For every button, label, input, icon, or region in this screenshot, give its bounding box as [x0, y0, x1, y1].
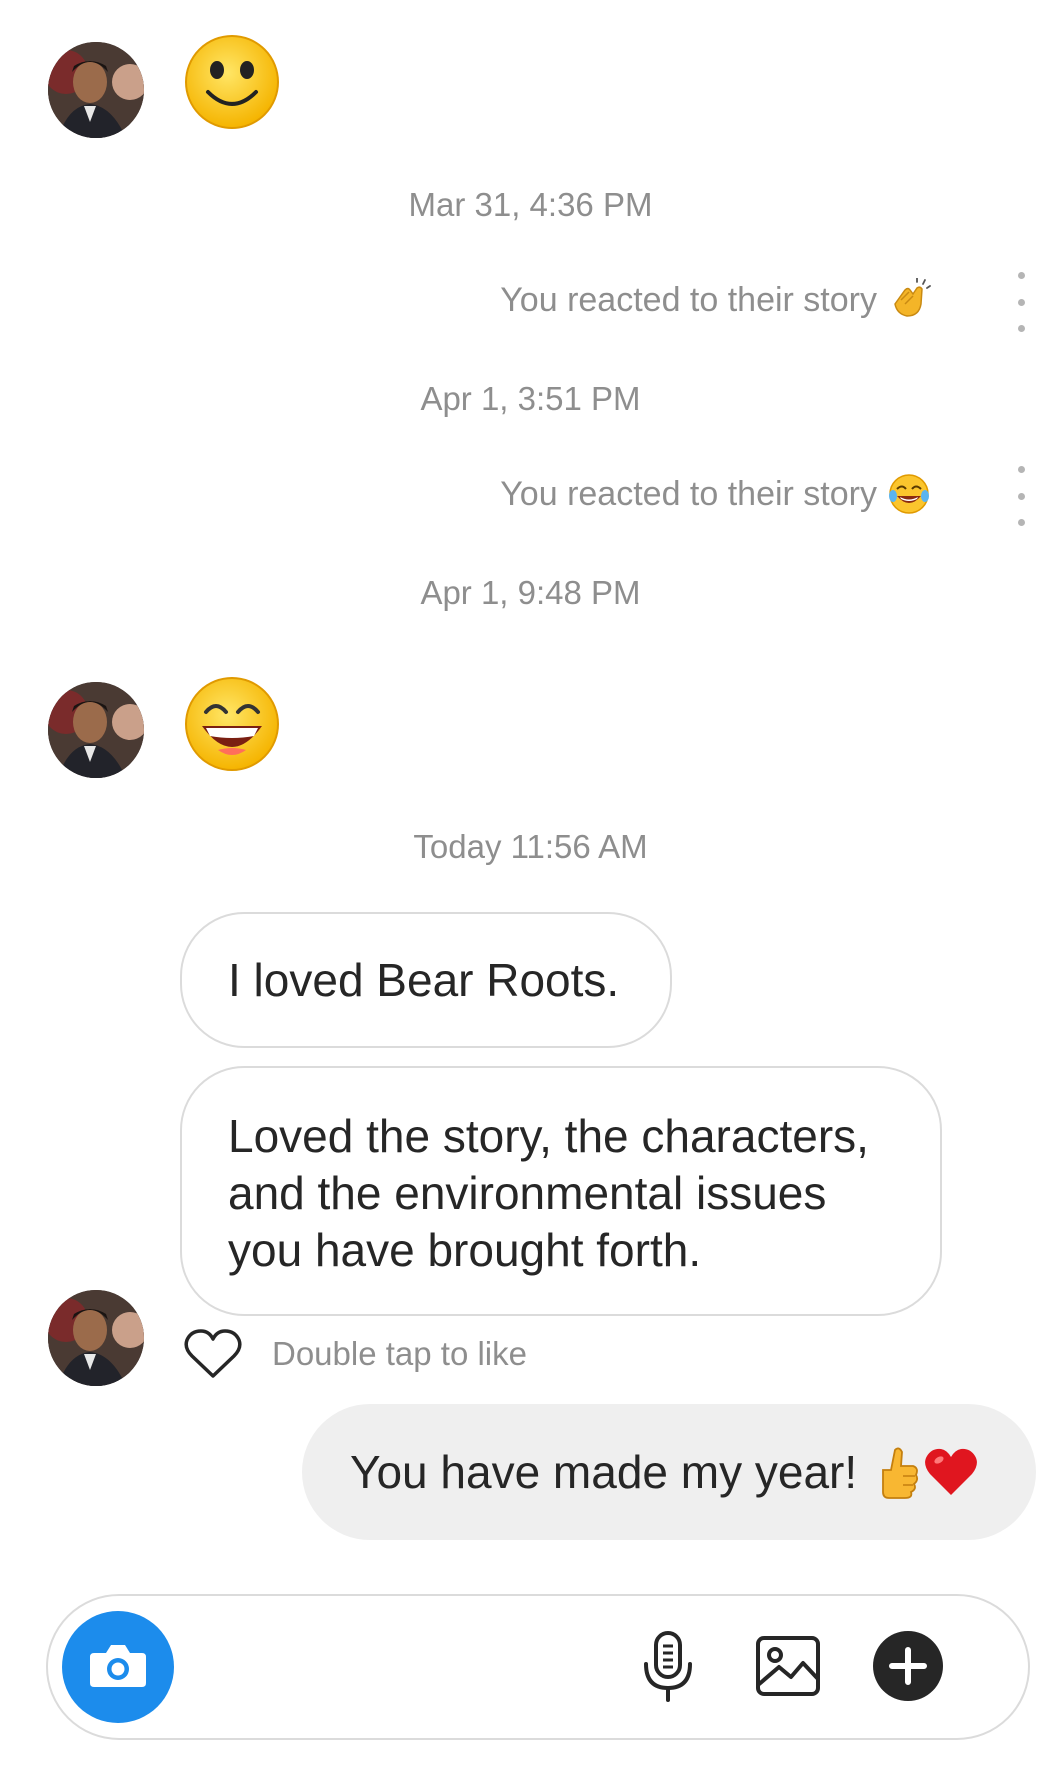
- gallery-button[interactable]: [744, 1624, 832, 1712]
- plus-icon: [872, 1630, 944, 1707]
- timestamp: Today 11:56 AM: [413, 828, 648, 865]
- message-composer: [46, 1594, 1030, 1740]
- grinning-emoji-message[interactable]: [184, 676, 280, 772]
- story-reaction-text: You reacted to their story: [500, 280, 877, 319]
- message-input[interactable]: [198, 1636, 662, 1700]
- timestamp: Apr 1, 3:51 PM: [420, 380, 641, 417]
- more-options-icon[interactable]: [1011, 272, 1031, 332]
- tears-of-joy-emoji: [887, 472, 931, 516]
- camera-button[interactable]: [62, 1611, 174, 1723]
- smiley-emoji-message[interactable]: [184, 34, 280, 130]
- message-text-line: you have brought forth.: [228, 1224, 702, 1276]
- story-reaction[interactable]: You reacted to their story: [500, 472, 931, 516]
- clapping-hands-emoji: [887, 278, 931, 322]
- message-text-line: Loved the story, the characters,: [228, 1110, 869, 1162]
- microphone-icon: [641, 1630, 695, 1707]
- camera-icon: [88, 1639, 148, 1696]
- incoming-message[interactable]: I loved Bear Roots.: [180, 912, 672, 1048]
- message-text: I loved Bear Roots.: [228, 953, 620, 1006]
- contact-avatar[interactable]: [48, 682, 144, 778]
- gallery-icon: [755, 1635, 821, 1702]
- contact-avatar[interactable]: [48, 1290, 144, 1386]
- contact-avatar[interactable]: [48, 42, 144, 138]
- more-actions-button[interactable]: [864, 1624, 952, 1712]
- thumbs-up-emoji: [873, 1444, 919, 1500]
- microphone-button[interactable]: [624, 1624, 712, 1712]
- heart-icon[interactable]: [184, 1328, 242, 1380]
- more-options-icon[interactable]: [1011, 466, 1031, 526]
- outgoing-message[interactable]: You have made my year!: [302, 1404, 1036, 1540]
- story-reaction[interactable]: You reacted to their story: [500, 278, 931, 322]
- incoming-message[interactable]: Loved the story, the characters, and the…: [180, 1066, 942, 1316]
- message-text: You have made my year!: [350, 1446, 858, 1498]
- timestamp: Apr 1, 9:48 PM: [420, 574, 641, 611]
- message-text-line: and the environmental issues: [228, 1167, 827, 1219]
- red-heart-emoji: [923, 1446, 979, 1498]
- story-reaction-text: You reacted to their story: [500, 474, 877, 513]
- double-tap-hint: Double tap to like: [272, 1335, 527, 1372]
- timestamp: Mar 31, 4:36 PM: [408, 186, 653, 223]
- like-row: Double tap to like: [184, 1326, 527, 1382]
